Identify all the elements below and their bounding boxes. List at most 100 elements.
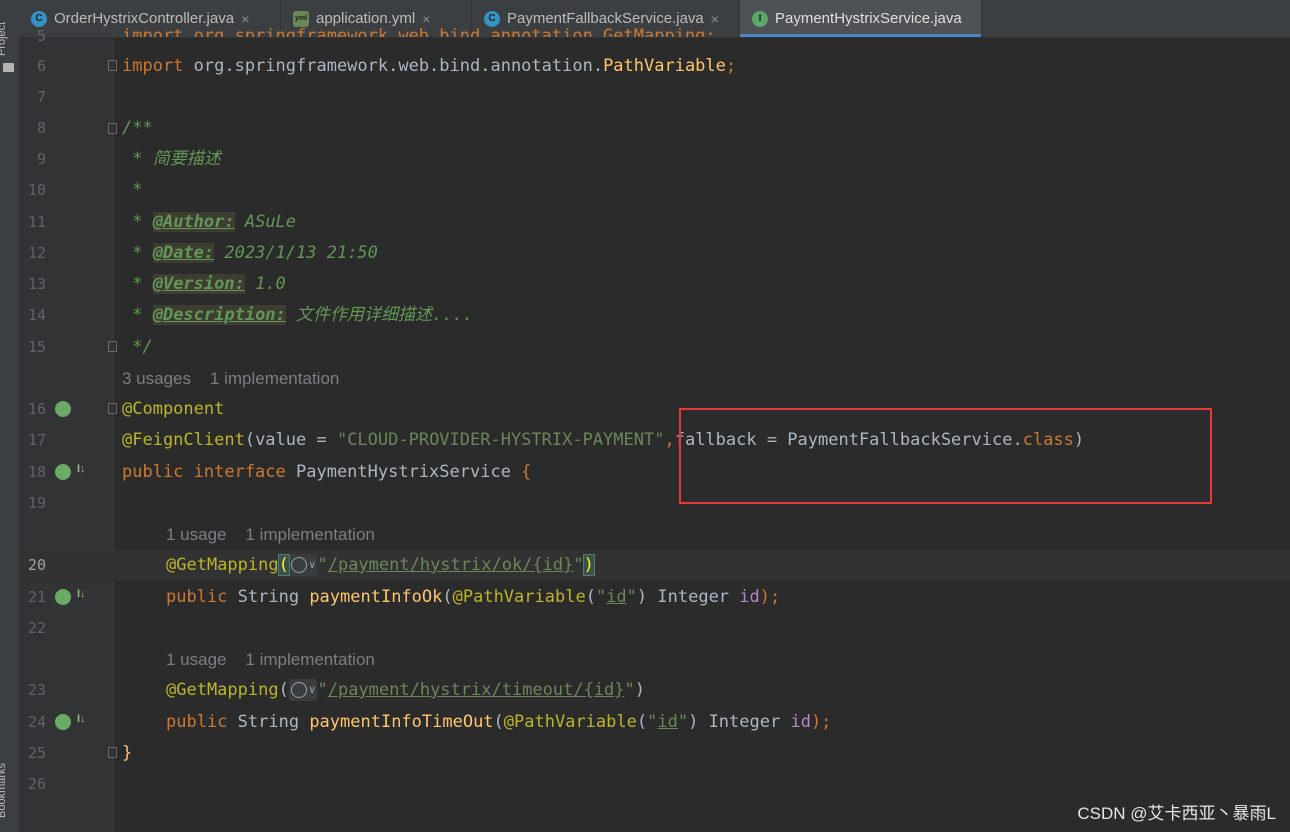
quote-token: " — [573, 555, 584, 575]
code-line-24: public String paymentInfoTimeOut(@PathVa… — [166, 707, 831, 738]
annotation-token: @PathVariable — [452, 587, 586, 607]
code-line-21: public String paymentInfoOk (@PathVariabl… — [166, 582, 780, 613]
doc-value: 2023/1/13 21:50 — [214, 243, 378, 263]
doc-value: 1.0 — [244, 274, 286, 294]
quote-token: " — [626, 587, 637, 607]
code-line-13: * @Version: 1.0 — [122, 269, 286, 300]
line-number: 8 — [36, 119, 46, 137]
code-line-20: @GetMapping(∨ "/payment/hystrix/ok/{id}") — [166, 550, 595, 581]
fold-marker-icon[interactable] — [108, 60, 117, 71]
code-line-18: public interface PaymentHystrixService { — [122, 457, 531, 488]
implemented-down-arrow-icon[interactable]: I↓ — [77, 588, 86, 600]
url-globe-widget[interactable]: ∨ — [288, 679, 318, 701]
line-number: 17 — [27, 431, 46, 449]
keyword-token: public — [166, 587, 228, 607]
code-token: ); — [810, 712, 832, 732]
line-number: 26 — [27, 775, 46, 793]
annotation-token: @GetMapping — [166, 555, 279, 575]
usages-inlay-hint[interactable]: 1 usage 1 implementation — [166, 644, 375, 675]
implemented-down-arrow-icon[interactable]: I↓ — [77, 713, 86, 725]
bracket-token: ( — [278, 680, 289, 700]
url-globe-widget[interactable]: ∨ — [288, 554, 318, 576]
usages-inlay-hint[interactable]: 1 usage 1 implementation — [166, 519, 375, 550]
type-token: String — [227, 712, 310, 732]
line-number: 24 — [27, 713, 46, 731]
code-line-10: * — [122, 180, 143, 200]
globe-icon — [290, 557, 307, 573]
project-tool-button[interactable]: Project — [0, 22, 8, 56]
chevron-down-icon: ∨ — [308, 558, 316, 571]
code-token: ) Integer — [636, 587, 740, 607]
method-token: paymentInfoTimeOut — [309, 712, 494, 732]
line-number: 14 — [27, 306, 46, 324]
line-number: 19 — [27, 494, 46, 512]
quote-token: " — [317, 555, 328, 575]
line-number: 9 — [36, 150, 46, 168]
code-line-5: import org.springframework.web.bind.anno… — [122, 21, 716, 37]
url-token[interactable]: /payment/hystrix/ok/{id} — [328, 555, 574, 575]
quote-token: " — [624, 680, 635, 700]
line-number: 20 — [27, 556, 46, 574]
code-token: ( — [493, 712, 504, 732]
code-line-15: */ — [122, 337, 153, 357]
doc-tag: @Date: — [152, 243, 215, 263]
quote-token: " — [677, 712, 689, 732]
doc-value: 文件作用详细描述.... — [285, 305, 473, 325]
usages-inlay-hint[interactable]: 3 usages 1 implementation — [122, 363, 339, 394]
line-number: 12 — [27, 244, 46, 262]
brace-token: { — [521, 462, 532, 482]
code-token: ); — [759, 587, 781, 607]
line-number: 5 — [36, 27, 46, 45]
line-number: 13 — [27, 275, 46, 293]
fold-marker-icon[interactable] — [108, 403, 117, 414]
line-number: 16 — [27, 400, 46, 418]
line-number: 25 — [27, 744, 46, 762]
package-token: org.springframework.web.bind.annotation. — [183, 56, 604, 76]
chevron-down-icon: ∨ — [308, 683, 316, 696]
code-line-8: /** — [122, 118, 153, 138]
spring-web-icon[interactable] — [55, 589, 71, 605]
quote-token: " — [317, 680, 328, 700]
line-number: 18 — [27, 463, 46, 481]
folder-icon[interactable] — [3, 63, 14, 72]
code-token: ) Integer — [688, 712, 791, 732]
method-token: paymentInfoOk — [309, 587, 443, 607]
doc-tag: @Description: — [152, 305, 286, 325]
semicolon-token: ; — [725, 56, 737, 76]
fold-marker-icon[interactable] — [108, 341, 117, 352]
watermark: CSDN @艾卡西亚丶暴雨L — [1077, 804, 1276, 823]
fold-marker-icon[interactable] — [108, 123, 117, 134]
type-token: String — [227, 587, 310, 607]
doc-prefix: * — [122, 274, 153, 294]
line-number: 11 — [27, 213, 46, 231]
url-token[interactable]: /payment/hystrix/timeout/{id} — [328, 680, 625, 700]
param-token: id — [739, 587, 760, 607]
comma-token: , — [664, 430, 675, 450]
interface-name-token: PaymentHystrixService — [285, 462, 522, 482]
line-number: 10 — [27, 181, 46, 199]
spring-bean-icon[interactable] — [55, 401, 71, 417]
code-token: ( — [585, 587, 596, 607]
line-number: 21 — [27, 588, 46, 606]
highlight-box — [679, 408, 1212, 504]
code-line-25: } — [122, 743, 133, 763]
annotation-token: @GetMapping — [166, 680, 279, 700]
fold-marker-icon[interactable] — [108, 747, 117, 758]
doc-value: ASuLe — [234, 212, 297, 232]
annotation-token: @PathVariable — [503, 712, 637, 732]
spring-web-icon[interactable] — [55, 714, 71, 730]
doc-prefix: * — [122, 243, 153, 263]
code-line-9: * 简要描述 — [122, 149, 221, 169]
annotation-token: @FeignClient — [122, 430, 245, 450]
code-line-6: import org.springframework.web.bind.anno… — [122, 51, 736, 82]
code-line-23: @GetMapping(∨ "/payment/hystrix/timeout/{… — [166, 675, 645, 706]
bookmarks-tool-button[interactable]: Bookmarks — [0, 763, 8, 818]
line-number: 22 — [27, 619, 46, 637]
quote-token: " — [595, 587, 607, 607]
keyword-token: public interface — [122, 462, 286, 482]
code-line-11: * @Author: ASuLe — [122, 207, 296, 238]
spring-bean-icon[interactable] — [55, 464, 71, 480]
keyword-token: public — [166, 712, 228, 732]
implemented-down-arrow-icon[interactable]: I↓ — [77, 463, 86, 475]
bracket-token: ) — [634, 680, 646, 700]
